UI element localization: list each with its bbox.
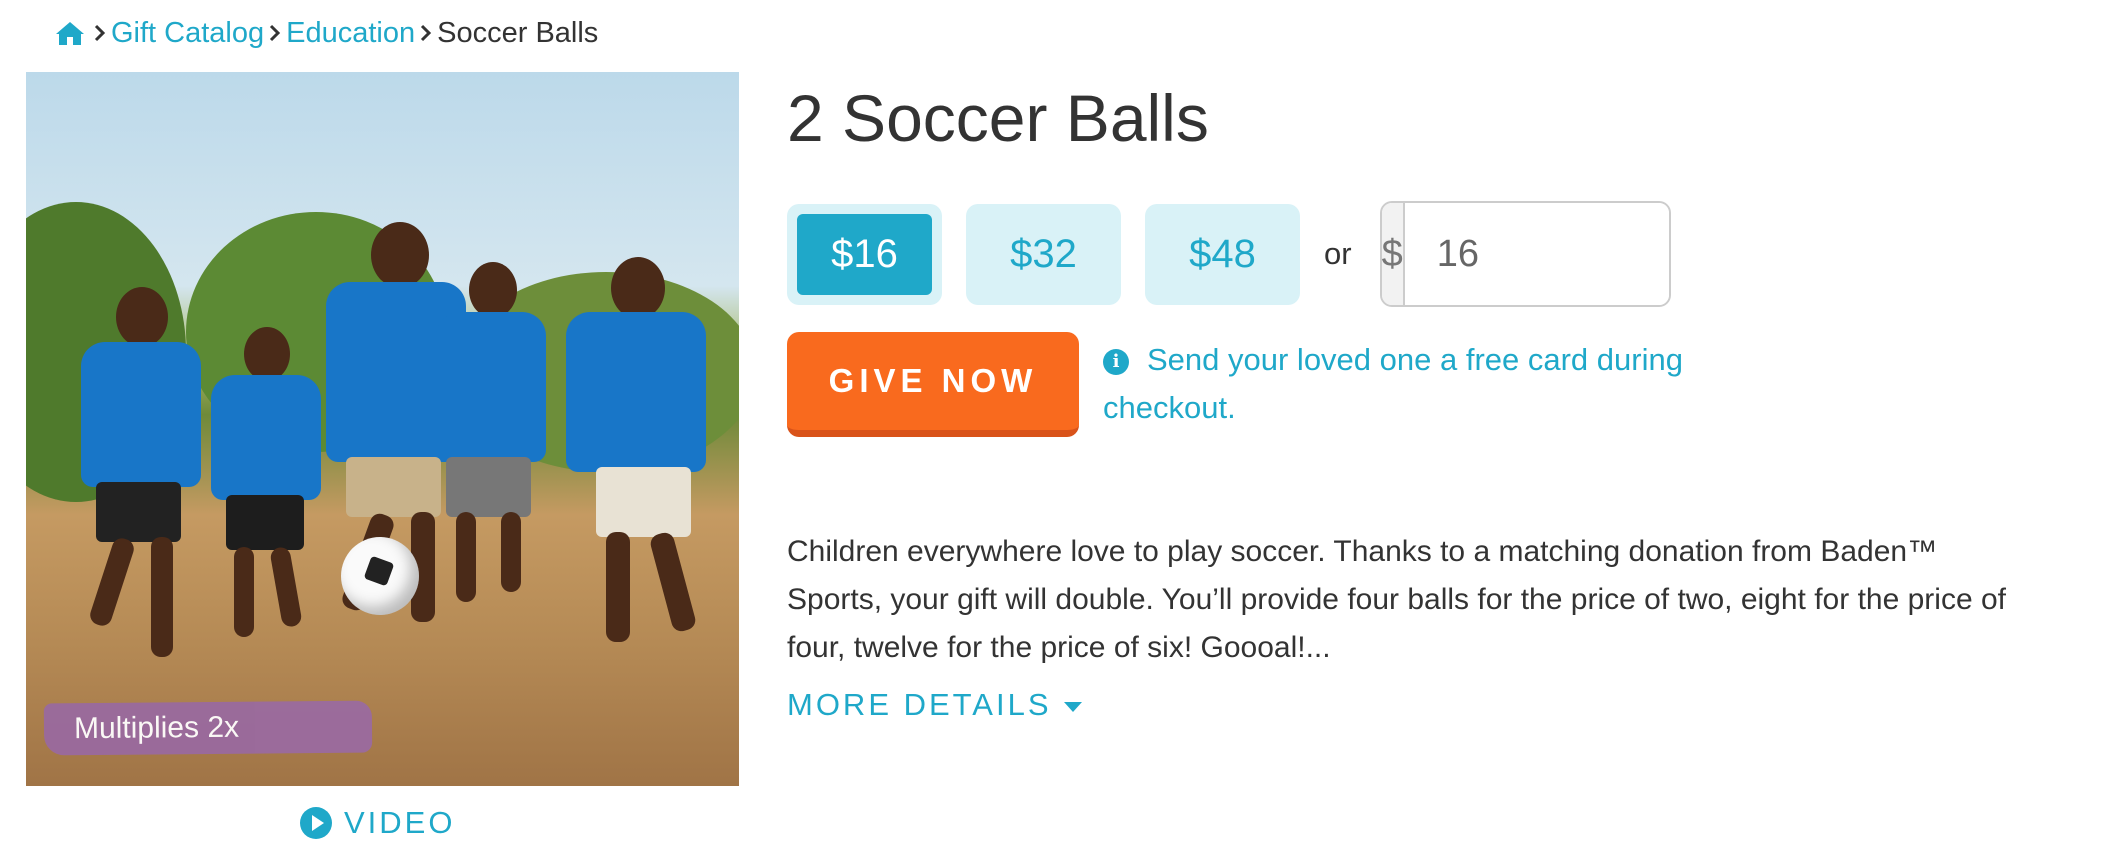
custom-amount-field: $ <box>1379 201 1671 307</box>
chevron-right-icon <box>419 23 433 43</box>
soccer-ball <box>341 537 419 615</box>
product-description: Children everywhere love to play soccer.… <box>787 535 2006 664</box>
amount-option-16[interactable]: $16 <box>787 203 942 305</box>
video-link[interactable]: VIDEO <box>300 805 455 841</box>
or-label: or <box>1324 236 1352 271</box>
give-now-button[interactable]: GIVE NOW <box>787 332 1079 437</box>
home-icon[interactable] <box>55 20 85 46</box>
info-icon: i <box>1103 348 1129 375</box>
more-details-label: MORE DETAILS <box>787 687 1052 722</box>
breadcrumb: Gift Catalog Education Soccer Balls <box>55 14 598 52</box>
product-image[interactable]: Multiplies 2x <box>26 72 739 786</box>
video-label: VIDEO <box>344 805 456 840</box>
amount-option-32[interactable]: $32 <box>966 203 1121 305</box>
custom-amount-input[interactable] <box>1404 203 1669 305</box>
play-icon <box>300 807 332 839</box>
card-info-text: Send your loved one a free card during c… <box>1103 342 1683 425</box>
chevron-right-icon <box>268 23 282 43</box>
page-title: 2 Soccer Balls <box>787 81 1209 155</box>
amount-label: $48 <box>1189 231 1256 276</box>
caret-down-icon <box>1063 702 1082 712</box>
breadcrumb-current: Soccer Balls <box>437 16 599 49</box>
amount-label: $16 <box>797 213 932 295</box>
more-details-link[interactable]: MORE DETAILS <box>787 687 1082 723</box>
amount-options: $16 $32 $48 or $ <box>787 201 1671 307</box>
amount-label: $32 <box>1010 231 1077 276</box>
chevron-right-icon <box>93 23 107 43</box>
amount-option-48[interactable]: $48 <box>1145 203 1300 305</box>
card-info[interactable]: i Send your loved one a free card during … <box>1103 336 1723 432</box>
currency-symbol: $ <box>1381 203 1405 305</box>
breadcrumb-gift-catalog[interactable]: Gift Catalog <box>111 17 264 50</box>
breadcrumb-education[interactable]: Education <box>286 17 415 50</box>
multiplier-badge: Multiplies 2x <box>43 700 373 756</box>
